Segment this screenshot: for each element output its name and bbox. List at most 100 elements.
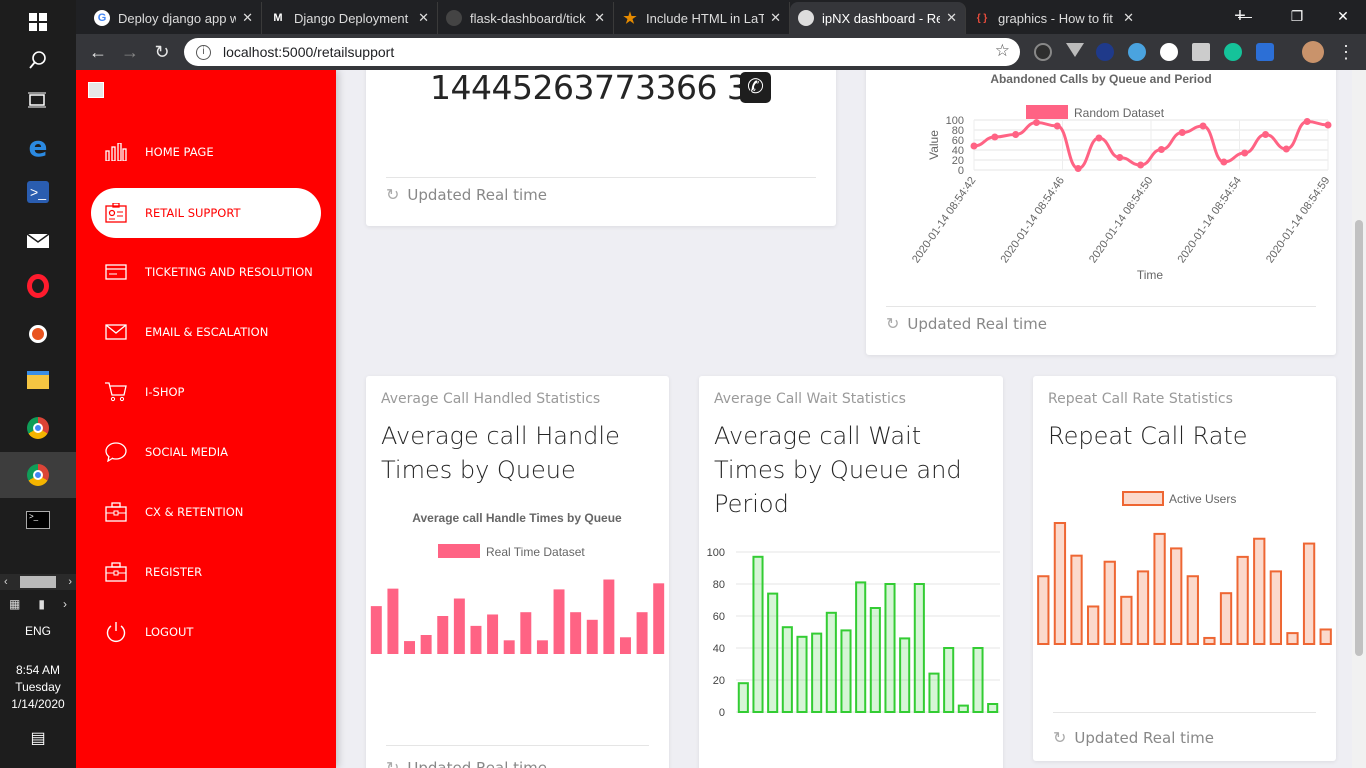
bar (1186, 575, 1199, 645)
extension-icon[interactable] (1096, 43, 1114, 61)
sidebar-item-social-media[interactable]: SOCIAL MEDIA (91, 427, 321, 477)
chevron-right-icon[interactable]: › (63, 597, 67, 611)
browser-tab[interactable]: ★ Include HTML in LaTe ✕ (614, 2, 790, 34)
info-icon[interactable]: i (196, 44, 211, 60)
bar (420, 635, 432, 654)
browser-tab[interactable]: M Django Deployment (✕ (262, 2, 438, 34)
sidebar-item-ticketing[interactable]: TICKETING AND RESOLUTION (91, 247, 321, 297)
terminal-icon[interactable]: >_ (0, 498, 76, 542)
system-tray: ▦ ▮ › (0, 594, 76, 614)
bar (1136, 570, 1150, 645)
data-point (1324, 121, 1332, 129)
extension-icon[interactable] (1160, 43, 1178, 61)
bar (943, 647, 955, 713)
sidebar-item-email-escalation[interactable]: EMAIL & ESCALATION (91, 307, 321, 357)
bar (520, 612, 532, 654)
battery-icon[interactable]: ▮ (38, 597, 45, 611)
sidebar-item-label: RETAIL SUPPORT (145, 206, 241, 220)
refresh-icon: ↻ (886, 314, 900, 333)
bar (1236, 555, 1249, 645)
x-tick-label: 2020-01-14 08:54:54 (1176, 175, 1244, 266)
chrome-profile-icon[interactable] (0, 452, 76, 498)
browser-tab[interactable]: { } graphics - How to fit ✕ (966, 2, 1142, 34)
bar (437, 616, 449, 654)
chrome-icon[interactable] (0, 406, 76, 450)
avatar[interactable] (1302, 41, 1324, 63)
taskbar-scroller[interactable]: ‹ › (0, 574, 76, 590)
sidebar-item-i-shop[interactable]: I-SHOP (91, 367, 321, 417)
close-icon[interactable]: ✕ (1123, 10, 1134, 26)
x-tick-label: 2020-01-14 08:54:46 (999, 175, 1067, 266)
data-point (1199, 122, 1207, 130)
bar (811, 632, 823, 713)
updated-text: Updated Real time (1074, 728, 1215, 747)
x-axis-label: Time (1137, 268, 1164, 282)
extension-icon[interactable] (1256, 43, 1274, 61)
refresh-icon: ↻ (1053, 728, 1067, 747)
search-icon[interactable] (0, 38, 76, 82)
scrollbar-thumb[interactable] (1355, 220, 1363, 656)
card-category: Average Call Handled Statistics (381, 391, 601, 407)
page-scrollbar[interactable] (1352, 70, 1366, 768)
chat-extension-icon[interactable] (1128, 43, 1146, 61)
eyedropper-icon[interactable] (1192, 43, 1210, 61)
browser-tab[interactable]: G Deploy django app w ✕ (86, 2, 262, 34)
network-icon[interactable]: ▦ (9, 597, 20, 611)
close-icon[interactable]: ✕ (242, 10, 253, 26)
forward-button[interactable]: → (118, 40, 142, 64)
bar (1170, 547, 1183, 645)
updated-status: ↻ Updated Real time (386, 185, 547, 204)
language-indicator[interactable]: ENG (0, 624, 76, 638)
sidebar-item-label: EMAIL & ESCALATION (145, 325, 269, 339)
file-explorer-icon[interactable] (0, 358, 76, 402)
vue-devtools-icon[interactable] (1066, 43, 1084, 57)
ubuntu-icon[interactable] (0, 312, 76, 356)
bookmark-star-icon[interactable]: ☆ (995, 41, 1010, 61)
powershell-icon[interactable]: >_ (0, 170, 76, 214)
tab-title: ipNX dashboard - Re (822, 10, 941, 26)
menu-icon[interactable]: ⋮ (1334, 40, 1358, 64)
sidebar-item-retail-support[interactable]: RETAIL SUPPORT (91, 188, 321, 238)
y-tick-label: 100 (946, 115, 964, 127)
sidebar-item-cx-retention[interactable]: CX & RETENTION (91, 487, 321, 537)
card-divider (386, 177, 816, 178)
sidebar-item-label: SOCIAL MEDIA (145, 445, 229, 459)
react-devtools-icon[interactable] (1034, 43, 1052, 61)
browser-tab-active[interactable]: ipNX dashboard - Re ✕ (790, 2, 966, 34)
mail-icon[interactable] (0, 218, 76, 262)
bar (752, 555, 764, 713)
chevron-left-icon[interactable]: ‹ (4, 576, 8, 588)
reload-button[interactable]: ↻ (150, 40, 174, 64)
bar (387, 588, 399, 654)
card-title: Repeat Call Rate (1048, 422, 1248, 450)
edge-icon[interactable]: e (0, 124, 76, 168)
back-button[interactable]: ← (86, 40, 110, 64)
maximize-button[interactable]: ❐ (1274, 0, 1320, 32)
task-view-icon[interactable] (0, 78, 76, 122)
address-bar[interactable]: i localhost:5000/retailsupport ☆ (184, 38, 1020, 66)
data-point (1241, 149, 1249, 157)
clock[interactable]: 8:54 AM Tuesday 1/14/2020 (0, 662, 76, 713)
browser-tab[interactable]: flask-dashboard/tick ✕ (438, 2, 614, 34)
sidebar-item-label: TICKETING AND RESOLUTION (145, 265, 313, 279)
close-window-button[interactable]: ✕ (1320, 0, 1366, 32)
close-icon[interactable]: ✕ (418, 10, 429, 26)
chevron-right-icon[interactable]: › (68, 576, 72, 588)
notification-icon[interactable]: ▤ (0, 728, 76, 748)
page-viewport: HOME PAGE RETAIL SUPPORT TICKETING AND R… (76, 70, 1366, 768)
minimize-button[interactable]: — (1222, 0, 1268, 32)
close-icon[interactable]: ✕ (770, 10, 781, 26)
close-icon[interactable]: ✕ (594, 10, 605, 26)
opera-icon[interactable] (0, 264, 76, 308)
sidebar-item-register[interactable]: REGISTER (91, 547, 321, 597)
grammarly-icon[interactable] (1224, 43, 1242, 61)
bar (603, 579, 615, 654)
scroll-thumb[interactable] (20, 576, 56, 588)
url-text[interactable]: localhost:5000/retailsupport (223, 44, 394, 60)
abandoned-calls-card: Abandoned Calls by Queue and Period Rando… (866, 70, 1336, 355)
sidebar-item-logout[interactable]: LOGOUT (91, 607, 321, 657)
card-category: Repeat Call Rate Statistics (1048, 391, 1233, 407)
close-icon[interactable]: ✕ (946, 10, 957, 26)
sidebar-item-home-page[interactable]: HOME PAGE (91, 127, 321, 177)
bar (553, 589, 565, 654)
